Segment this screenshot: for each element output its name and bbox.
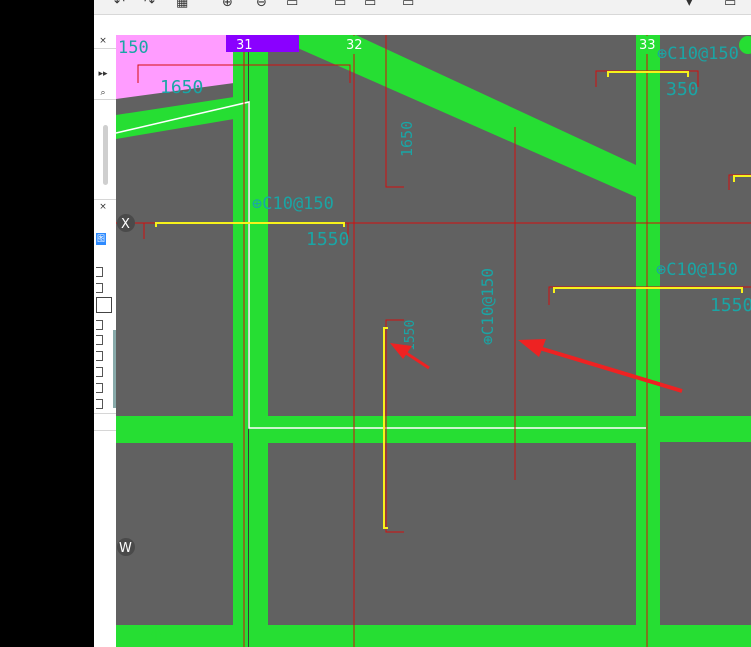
layer-checkbox[interactable] bbox=[96, 267, 103, 277]
panel-view-button[interactable]: 图 bbox=[96, 233, 106, 245]
panel-divider bbox=[94, 430, 116, 431]
rebar-label-vertical: ⊕C10@150 bbox=[478, 268, 497, 345]
grid-circle-34 bbox=[739, 36, 751, 54]
dim-text-350: 350 bbox=[666, 79, 699, 100]
grid-marker-31: 31 bbox=[236, 38, 253, 53]
column-31b-beam bbox=[249, 35, 268, 647]
grid-label-w: W bbox=[119, 541, 132, 556]
layer-checkbox[interactable] bbox=[96, 335, 103, 345]
dim-text-right-1550: 1550 bbox=[710, 295, 751, 316]
layer-checkbox[interactable] bbox=[96, 383, 103, 393]
column-33-beam bbox=[636, 35, 660, 647]
rebar-label-left: ⊕C10@150 bbox=[252, 194, 334, 214]
search-icon[interactable]: ⌕ bbox=[94, 87, 112, 99]
grid-marker-32: 32 bbox=[345, 36, 363, 54]
grid-marker-w: W bbox=[117, 538, 135, 556]
grid-marker-33: 33 bbox=[638, 36, 656, 54]
panel-expand-button[interactable]: ▸▸ bbox=[94, 68, 112, 80]
row-beam-w bbox=[116, 625, 751, 647]
top-toolbar: ↶ ↷ ▦ ⊕ ⊖ ▭ ▭ ▭ ▭ ▾ ▭ bbox=[94, 0, 751, 15]
arrow-shaft-left bbox=[402, 349, 430, 370]
zoom-in-icon[interactable]: ⊕ bbox=[222, 0, 233, 10]
minimize-icon[interactable]: ▾ bbox=[686, 0, 693, 10]
dim-text-150: 150 bbox=[118, 38, 149, 58]
panel-close-button-2[interactable]: × bbox=[94, 201, 112, 213]
panel-divider bbox=[94, 199, 116, 200]
layer-icon[interactable]: ▭ bbox=[334, 0, 346, 10]
diagonal-beam bbox=[268, 35, 636, 197]
row-beam-x-lower bbox=[116, 433, 636, 443]
column-31-beam bbox=[233, 35, 248, 647]
dim-text-1650: 1650 bbox=[160, 77, 203, 98]
layer-checkbox[interactable] bbox=[96, 367, 103, 377]
grid-icon[interactable]: ▦ bbox=[176, 0, 188, 10]
rebar-label-top-right: ⊕C10@150 bbox=[657, 44, 739, 64]
maximize-icon[interactable]: ▭ bbox=[724, 0, 736, 10]
left-side-panel: × ▸▸ ⌕ × 图 bbox=[94, 35, 117, 647]
grid-marker-x: X bbox=[117, 214, 135, 232]
panel-divider bbox=[94, 99, 116, 100]
grid-label-33: 33 bbox=[639, 38, 656, 53]
black-gutter bbox=[0, 0, 94, 647]
dim-text-left-1550: 1550 bbox=[306, 229, 349, 250]
zoom-out-icon[interactable]: ⊖ bbox=[256, 0, 267, 10]
layer-checkbox[interactable] bbox=[96, 320, 103, 330]
annotation-arrow-left bbox=[390, 343, 430, 370]
layer-checkbox[interactable] bbox=[96, 399, 103, 409]
cad-drawing-canvas[interactable]: 31 32 33 X W 150 1650 ⊕C10@150 1550 ⊕C10… bbox=[116, 35, 751, 647]
cad-drawing: 31 32 33 X W 150 1650 ⊕C10@150 1550 ⊕C10… bbox=[116, 35, 751, 647]
layer-selected-checkbox[interactable] bbox=[96, 297, 112, 313]
panel-divider bbox=[94, 48, 116, 49]
arrow-head-right bbox=[518, 339, 546, 357]
arrow-shaft-right bbox=[535, 345, 683, 393]
tab-strip bbox=[94, 15, 751, 35]
save-icon[interactable]: ▭ bbox=[286, 0, 298, 10]
rebar-label-vertical-top: 1650 bbox=[398, 121, 416, 157]
grid-label-32: 32 bbox=[346, 38, 363, 53]
layer-checkbox[interactable] bbox=[96, 283, 103, 293]
rebar-bracket-edge bbox=[728, 174, 751, 190]
beam-top-left bbox=[116, 97, 234, 139]
layer-checkbox[interactable] bbox=[96, 351, 103, 361]
rebar-label-right: ⊕C10@150 bbox=[656, 260, 738, 280]
copy-icon[interactable]: ▭ bbox=[364, 0, 376, 10]
panel-divider bbox=[94, 413, 116, 414]
open-icon[interactable]: ▭ bbox=[402, 0, 414, 10]
panel-scrollbar[interactable] bbox=[103, 125, 108, 185]
panel-close-button[interactable]: × bbox=[94, 35, 112, 47]
grid-label-x: X bbox=[121, 217, 130, 232]
grid-label-31: 31 bbox=[236, 38, 253, 53]
rebar-edge bbox=[733, 175, 751, 182]
undo-icon[interactable]: ↶ bbox=[114, 0, 125, 10]
redo-icon[interactable]: ↷ bbox=[144, 0, 155, 10]
